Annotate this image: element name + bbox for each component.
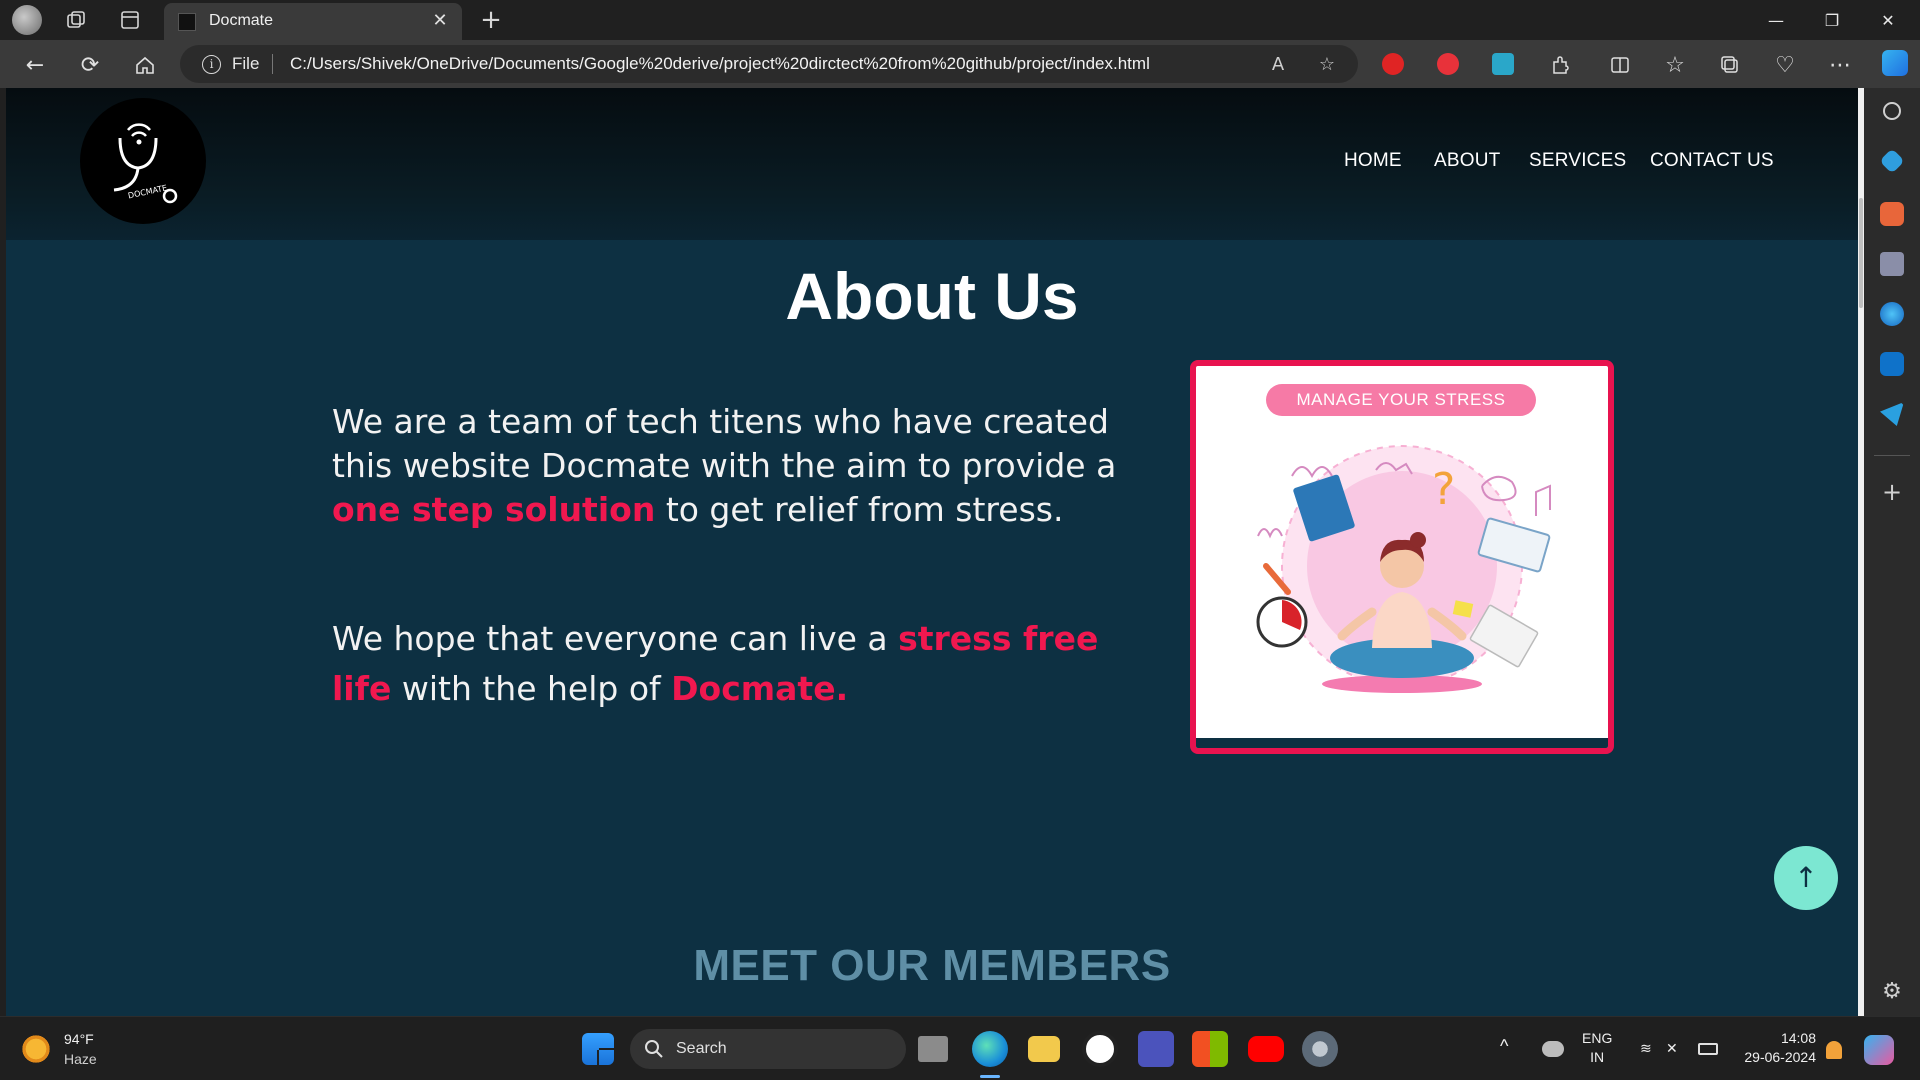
youtube-icon[interactable] [1248,1036,1284,1062]
site-info-icon[interactable]: i [202,55,221,74]
microsoft-store-icon[interactable] [1192,1031,1228,1067]
settings-gear-icon[interactable] [1302,1031,1338,1067]
about-paragraph-2: We hope that everyone can live a stress … [332,614,1152,714]
weather-temperature[interactable]: 94°F [64,1031,94,1047]
copilot-icon[interactable] [1882,50,1908,76]
url-scheme: File [232,54,260,73]
clock-date: 29-06-2024 [1744,1049,1816,1065]
meet-our-members-title: MEET OUR MEMBERS [693,941,1171,990]
edge-active-indicator [980,1075,1000,1078]
about-paragraph-1: We are a team of tech titens who have cr… [332,400,1152,532]
copilot-taskbar-icon[interactable] [1864,1035,1894,1065]
sidebar-divider [1874,455,1910,456]
task-view-icon[interactable] [918,1036,948,1062]
scroll-to-top-button[interactable]: ↑ [1774,846,1838,910]
weather-haze-icon[interactable] [20,1033,52,1065]
screenshot-extension-icon[interactable] [1492,53,1514,75]
clock[interactable]: 14:08 29-06-2024 [1736,1029,1816,1067]
windows-start-icon[interactable] [582,1033,614,1065]
read-aloud-icon[interactable]: A [1267,54,1289,76]
meditating-woman-illustration: ? [1256,445,1551,693]
about-title: About Us [785,259,1079,333]
minimize-button[interactable]: — [1748,0,1804,40]
taskbar-search-label: Search [676,1040,727,1057]
workspaces-icon[interactable] [62,6,90,34]
onedrive-cloud-icon[interactable] [1542,1041,1564,1057]
refresh-icon[interactable]: ⟳ [75,50,105,80]
site-header: DOCMATE HOME ABOUT SERVICES CONTACT US [6,88,1858,240]
weather-description[interactable]: Haze [64,1051,97,1067]
browser-essentials-icon[interactable]: ♡ [1770,50,1800,80]
logo-text: DOCMATE [127,183,168,200]
battery-icon[interactable] [1698,1043,1718,1055]
stop-extension-icon[interactable] [1437,53,1459,75]
url-text[interactable]: C:/Users/Shivek/OneDrive/Documents/Googl… [290,54,1150,74]
profile-avatar[interactable] [12,5,42,35]
language-indicator[interactable]: ENG IN [1582,1029,1612,1067]
about-p1-text-a: We are a team of tech titens who have cr… [332,402,1117,485]
manage-stress-caption: MANAGE YOUR STRESS [1266,384,1536,416]
sidebar-settings-gear-icon[interactable]: ⚙ [1880,980,1904,1004]
new-tab-button[interactable]: + [477,6,505,34]
outlook-icon[interactable] [1880,352,1904,376]
favorite-star-icon[interactable]: ☆ [1316,54,1338,76]
tab-title: Docmate [209,12,274,29]
page-viewport: DOCMATE HOME ABOUT SERVICES CONTACT US A… [6,88,1858,1016]
nav-contact-us[interactable]: CONTACT US [1650,150,1774,172]
tools-briefcase-icon[interactable] [1880,202,1904,226]
vertical-tabs-icon[interactable] [116,6,144,34]
language-bottom: IN [1590,1049,1605,1065]
send-drop-icon[interactable] [1880,402,1904,426]
sidebar-search-icon[interactable] [1883,102,1901,120]
more-options-icon[interactable]: ⋯ [1825,50,1855,80]
notification-bell-icon[interactable] [1826,1041,1842,1059]
restore-button[interactable]: ❐ [1804,0,1860,40]
about-p2-text-b: with the help of [391,669,672,708]
collections-icon[interactable] [1715,50,1745,80]
windows-taskbar: 94°F Haze Search ^ ENG IN ≋ ✕ 14:08 29-0… [0,1016,1920,1080]
close-window-button[interactable]: ✕ [1860,0,1916,40]
adblock-extension-icon[interactable] [1382,53,1404,75]
shopping-tag-icon[interactable] [1879,148,1905,174]
image-bottom-strip [1196,738,1608,748]
nav-services[interactable]: SERVICES [1529,150,1626,172]
browser-toolbar: ← ⟳ i File C:/Users/Shivek/OneDrive/Docu… [0,40,1920,88]
show-hidden-icons-chevron-icon[interactable]: ^ [1500,1037,1508,1056]
about-p2-highlight-2: Docmate. [671,669,849,708]
back-arrow-icon[interactable]: ← [20,50,50,80]
games-chess-icon[interactable] [1880,252,1904,276]
taskbar-search-icon [645,1040,663,1058]
edge-sidebar: + ⚙ [1864,88,1920,1016]
split-screen-icon[interactable] [1605,50,1635,80]
nav-about[interactable]: ABOUT [1434,150,1500,172]
whatsapp-icon[interactable] [1082,1031,1118,1067]
browser-tab-bar: Docmate ✕ + — ❐ ✕ [0,0,1920,40]
docmate-favicon-icon [178,13,196,31]
teams-icon[interactable] [1138,1031,1174,1067]
edge-browser-icon[interactable] [972,1031,1008,1067]
tab-close-icon[interactable]: ✕ [428,9,452,33]
microsoft-365-icon[interactable] [1880,302,1904,326]
volume-muted-icon[interactable]: ✕ [1666,1039,1678,1058]
manage-stress-image: MANAGE YOUR STRESS ? [1190,360,1614,754]
about-p2-text-a: We hope that everyone can live a [332,619,899,658]
language-top: ENG [1582,1030,1613,1046]
about-p1-text-b: to get relief from stress. [655,490,1064,529]
docmate-logo[interactable]: DOCMATE [80,98,206,224]
home-icon[interactable] [130,50,160,80]
svg-text:?: ? [1432,464,1455,515]
extensions-puzzle-icon[interactable] [1545,50,1575,80]
address-bar[interactable]: i File C:/Users/Shivek/OneDrive/Document… [180,45,1358,83]
sidebar-add-icon[interactable]: + [1880,480,1904,504]
taskbar-search-box[interactable]: Search [630,1029,906,1069]
url-divider [272,54,273,74]
wifi-icon[interactable]: ≋ [1640,1039,1652,1058]
tab-docmate[interactable]: Docmate ✕ [164,3,462,40]
scrollbar-thumb[interactable] [1859,198,1863,308]
nav-home[interactable]: HOME [1344,150,1402,172]
file-explorer-icon[interactable] [1028,1036,1060,1062]
clock-time: 14:08 [1780,1030,1816,1046]
about-p1-highlight: one step solution [332,490,656,529]
favorites-icon[interactable]: ☆ [1660,50,1690,80]
